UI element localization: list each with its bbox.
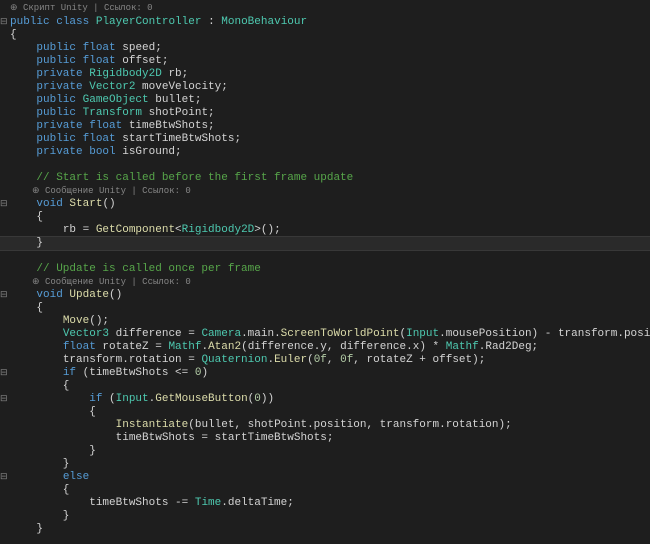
codelens[interactable]: ⊕ Сообщение Unity | Ссылок: 0 [0,276,650,289]
code-line[interactable]: { [0,406,650,419]
code-comment[interactable]: // Update is called once per frame [0,263,650,276]
code-line[interactable]: { [0,302,650,315]
code-line[interactable]: private float timeBtwShots; [0,120,650,133]
code-line[interactable]: Vector3 difference = Camera.main.ScreenT… [0,328,650,341]
code-line[interactable]: } [0,458,650,471]
code-line[interactable]: } [0,523,650,536]
code-line[interactable]: public float startTimeBtwShots; [0,133,650,146]
code-editor[interactable]: ⊕ Скрипт Unity | Ссылок: 0 ⊟public class… [0,0,650,536]
code-line[interactable]: public Transform shotPoint; [0,107,650,120]
code-line[interactable]: { [0,484,650,497]
code-line[interactable]: private bool isGround; [0,146,650,159]
code-line[interactable]: ⊟public class PlayerController : MonoBeh… [0,16,650,29]
codelens[interactable]: ⊕ Сообщение Unity | Ссылок: 0 [0,185,650,198]
code-line[interactable]: timeBtwShots -= Time.deltaTime; [0,497,650,510]
code-comment[interactable]: // Start is called before the first fram… [0,172,650,185]
breadcrumb: ⊕ Скрипт Unity | Ссылок: 0 [0,2,650,16]
blank-line[interactable] [0,159,650,172]
code-line[interactable]: { [0,29,650,42]
code-line[interactable]: ⊟ void Start() [0,198,650,211]
code-line[interactable]: ⊟ else [0,471,650,484]
code-line[interactable]: private Rigidbody2D rb; [0,68,650,81]
code-line[interactable]: timeBtwShots = startTimeBtwShots; [0,432,650,445]
code-line[interactable]: } [0,510,650,523]
code-line[interactable]: public float speed; [0,42,650,55]
blank-line[interactable] [0,250,650,263]
code-line[interactable]: public GameObject bullet; [0,94,650,107]
code-line[interactable]: { [0,380,650,393]
code-line[interactable]: } [0,445,650,458]
code-line[interactable]: ⊟ if (timeBtwShots <= 0) [0,367,650,380]
code-line-current[interactable]: } [0,236,650,251]
code-line[interactable]: float rotateZ = Mathf.Atan2(difference.y… [0,341,650,354]
code-line[interactable]: Instantiate(bullet, shotPoint.position, … [0,419,650,432]
code-line[interactable]: { [0,211,650,224]
code-line[interactable]: public float offset; [0,55,650,68]
code-line[interactable]: Move(); [0,315,650,328]
code-line[interactable]: ⊟ void Update() [0,289,650,302]
code-line[interactable]: transform.rotation = Quaternion.Euler(0f… [0,354,650,367]
code-line[interactable]: ⊟ if (Input.GetMouseButton(0)) [0,393,650,406]
code-line[interactable]: private Vector2 moveVelocity; [0,81,650,94]
